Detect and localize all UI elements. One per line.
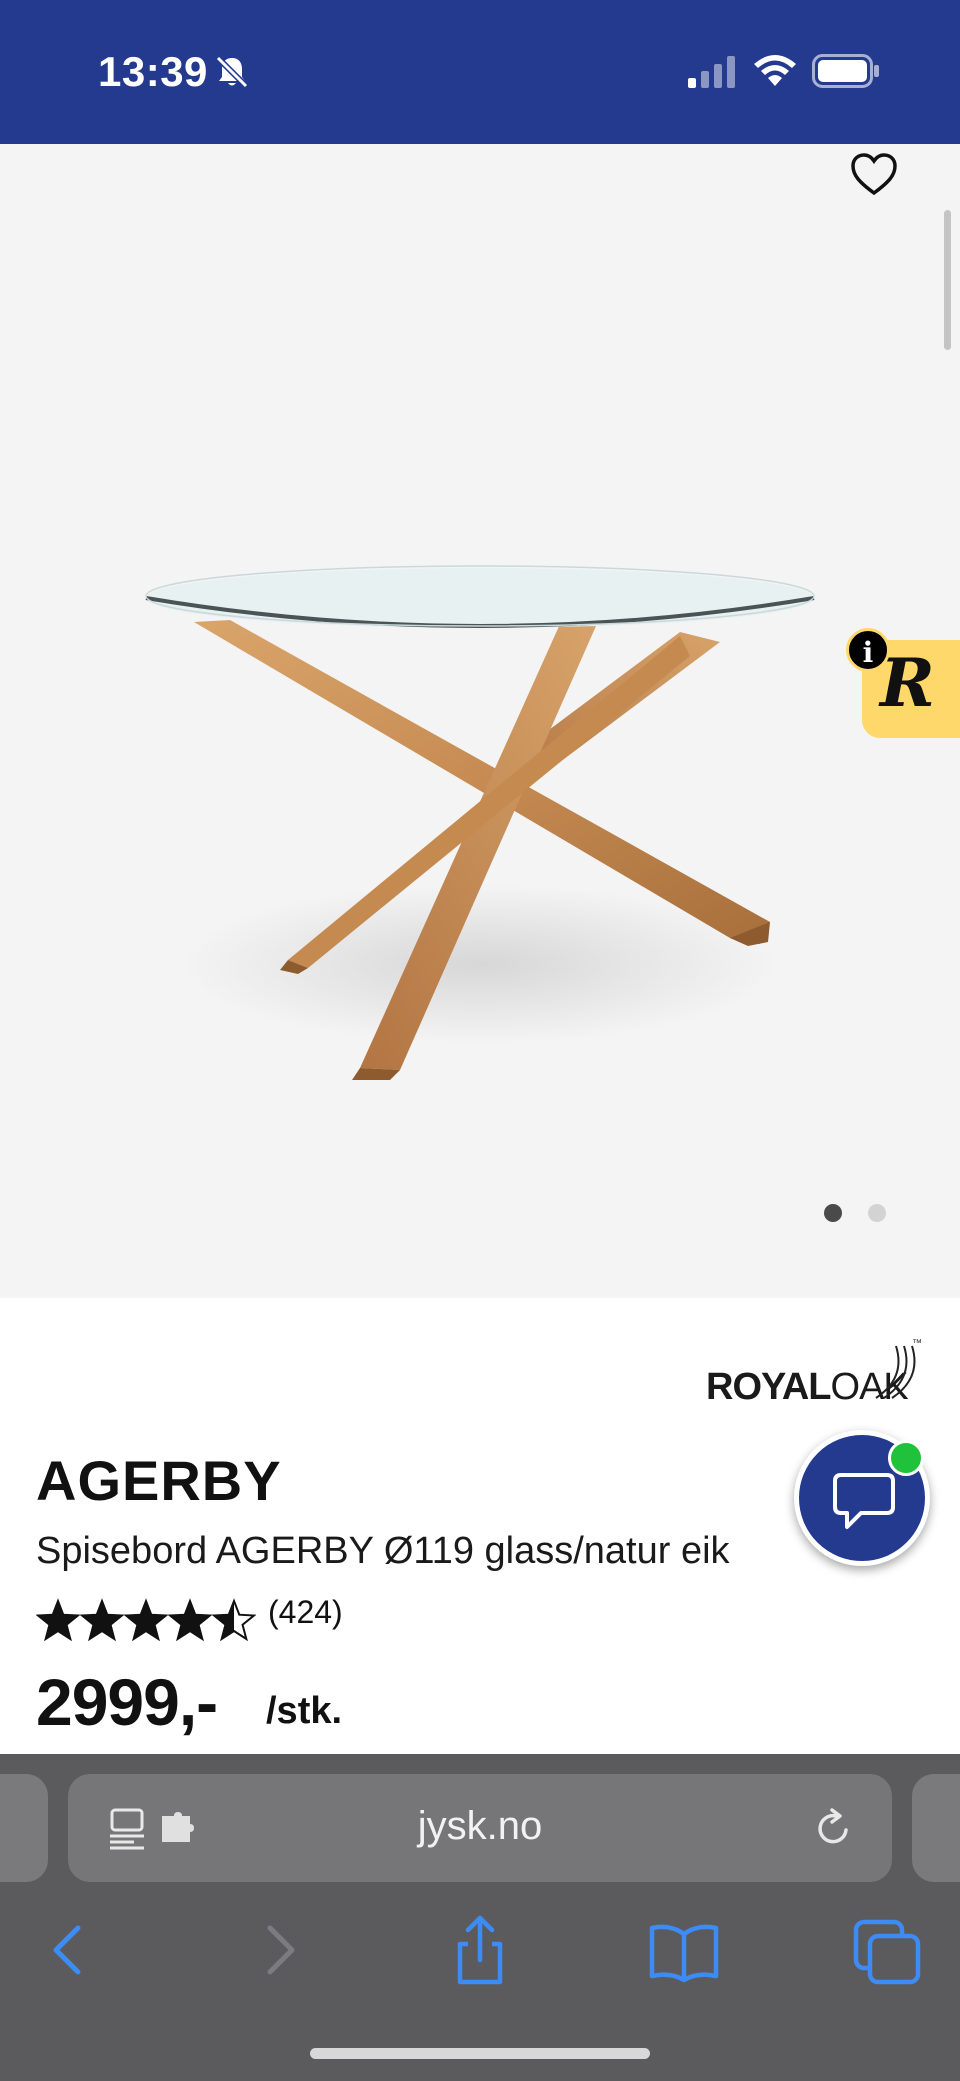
bell-muted-icon bbox=[215, 55, 249, 89]
rating-stars[interactable] bbox=[36, 1596, 256, 1644]
share-icon[interactable] bbox=[440, 1910, 520, 1990]
url-text[interactable]: jysk.no bbox=[68, 1804, 892, 1849]
reload-icon[interactable] bbox=[812, 1806, 856, 1850]
product-image[interactable] bbox=[120, 524, 840, 1084]
chat-bubble-icon bbox=[833, 1473, 895, 1529]
scrollbar-thumb[interactable] bbox=[944, 210, 951, 350]
star-full-icon bbox=[79, 1598, 125, 1642]
status-bar: 13:39 bbox=[0, 0, 960, 144]
info-icon[interactable]: i bbox=[846, 628, 890, 672]
wifi-icon bbox=[754, 55, 796, 86]
bookmarks-icon[interactable] bbox=[644, 1910, 724, 1990]
pagination-dot[interactable] bbox=[868, 1204, 886, 1222]
pagination-dot-active[interactable] bbox=[824, 1204, 842, 1222]
next-tab-preview[interactable] bbox=[912, 1774, 960, 1882]
brand-tm: ™ bbox=[912, 1338, 922, 1349]
browser-toolbar: jysk.no bbox=[0, 1754, 960, 2081]
product-description: Spisebord AGERBY Ø119 glass/natur eik bbox=[36, 1530, 730, 1572]
previous-tab-preview[interactable] bbox=[0, 1774, 48, 1882]
product-image-gallery[interactable]: R i bbox=[0, 144, 960, 1298]
rating-count[interactable]: (424) bbox=[268, 1594, 343, 1631]
home-indicator[interactable] bbox=[310, 2048, 650, 2059]
chat-online-indicator bbox=[888, 1440, 924, 1476]
product-title: AGERBY bbox=[36, 1449, 282, 1512]
status-time: 13:39 bbox=[98, 48, 208, 95]
price-unit: /stk. bbox=[266, 1690, 343, 1732]
pagination-dots bbox=[820, 1204, 886, 1224]
battery-icon bbox=[812, 54, 879, 88]
star-half-icon bbox=[211, 1598, 256, 1642]
star-full-icon bbox=[167, 1598, 213, 1642]
product-price: 2999,- bbox=[36, 1665, 218, 1739]
star-full-icon bbox=[123, 1598, 169, 1642]
browser-nav-row bbox=[0, 1910, 960, 1990]
back-icon[interactable] bbox=[30, 1910, 110, 1990]
forward-icon[interactable] bbox=[238, 1910, 318, 1990]
tabs-icon[interactable] bbox=[848, 1910, 928, 1990]
brand-logo: ROYALOAK ™ bbox=[706, 1338, 926, 1408]
heart-outline-icon[interactable] bbox=[849, 151, 899, 197]
cellular-signal-icon bbox=[688, 56, 735, 88]
address-bar[interactable]: jysk.no bbox=[68, 1774, 892, 1882]
star-full-icon bbox=[36, 1598, 81, 1642]
